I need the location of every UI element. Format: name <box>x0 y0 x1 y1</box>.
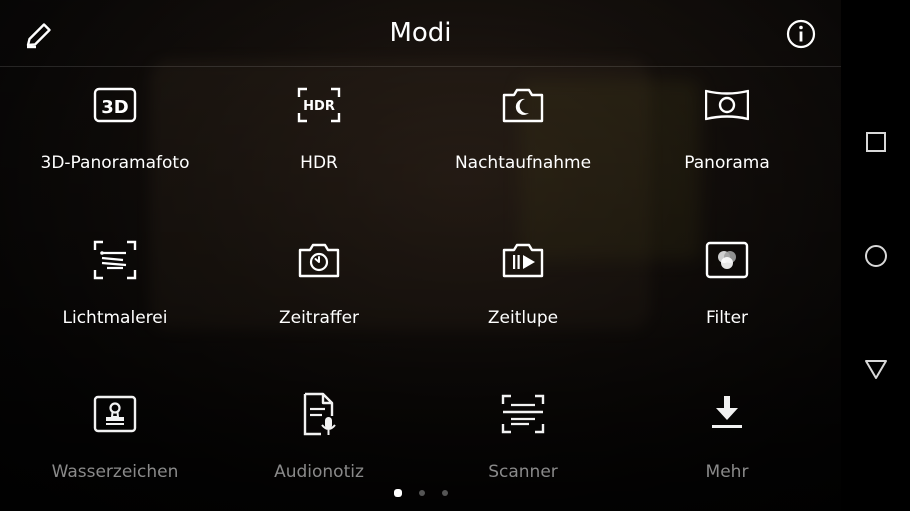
page-dot-active[interactable] <box>394 489 402 497</box>
mode-label: Lichtmalerei <box>62 308 168 328</box>
mode-light-painting[interactable]: Lichtmalerei <box>13 222 217 372</box>
mode-label: Panorama <box>684 153 770 173</box>
mode-label: Nachtaufnahme <box>454 153 592 173</box>
mode-night[interactable]: Nachtaufnahme <box>421 67 625 217</box>
mode-label: Audionotiz <box>274 462 364 482</box>
mode-filter[interactable]: Filter <box>625 222 829 372</box>
svg-text:3D: 3D <box>101 97 128 118</box>
light-painting-icon <box>93 238 137 282</box>
mode-label: 3D-Panoramafoto <box>40 153 190 173</box>
back-triangle-icon[interactable] <box>855 348 897 390</box>
3d-icon: 3D <box>93 83 137 127</box>
modes-grid: 3D 3D-Panoramafoto HDR HDR Nachtaufnahme <box>0 67 841 487</box>
filter-icon <box>705 238 749 282</box>
scanner-icon <box>501 392 545 436</box>
page-dot[interactable] <box>442 490 448 496</box>
night-camera-icon <box>501 83 545 127</box>
mode-hdr[interactable]: HDR HDR <box>217 67 421 217</box>
download-icon <box>705 392 749 436</box>
mode-more[interactable]: Mehr <box>625 376 829 511</box>
mode-label: HDR <box>300 153 338 173</box>
panorama-icon <box>704 83 750 127</box>
hdr-icon: HDR <box>297 83 341 127</box>
mode-label: Scanner <box>488 462 558 482</box>
home-circle-icon[interactable] <box>855 235 897 277</box>
mode-timelapse[interactable]: Zeitraffer <box>217 222 421 372</box>
mode-watermark[interactable]: Wasserzeichen <box>13 376 217 511</box>
page-indicator <box>390 488 460 500</box>
audio-note-icon <box>297 392 341 436</box>
recents-square-icon[interactable] <box>855 121 897 163</box>
mode-label: Zeitlupe <box>487 308 559 328</box>
info-icon[interactable] <box>785 18 817 50</box>
system-navigation-bar <box>841 0 910 511</box>
mode-label: Mehr <box>705 462 749 482</box>
page-dot[interactable] <box>419 490 425 496</box>
mode-3d-panorama[interactable]: 3D 3D-Panoramafoto <box>13 67 217 217</box>
mode-label: Wasserzeichen <box>51 462 179 482</box>
mode-slow-motion[interactable]: Zeitlupe <box>421 222 625 372</box>
timelapse-icon <box>297 238 341 282</box>
slow-motion-icon <box>501 238 545 282</box>
header-bar: Modi <box>0 0 841 67</box>
page-title: Modi <box>389 18 452 48</box>
watermark-icon <box>93 392 137 436</box>
mode-label: Zeitraffer <box>278 308 360 328</box>
mode-panorama[interactable]: Panorama <box>625 67 829 217</box>
mode-label: Filter <box>705 308 749 328</box>
svg-text:HDR: HDR <box>303 99 335 114</box>
